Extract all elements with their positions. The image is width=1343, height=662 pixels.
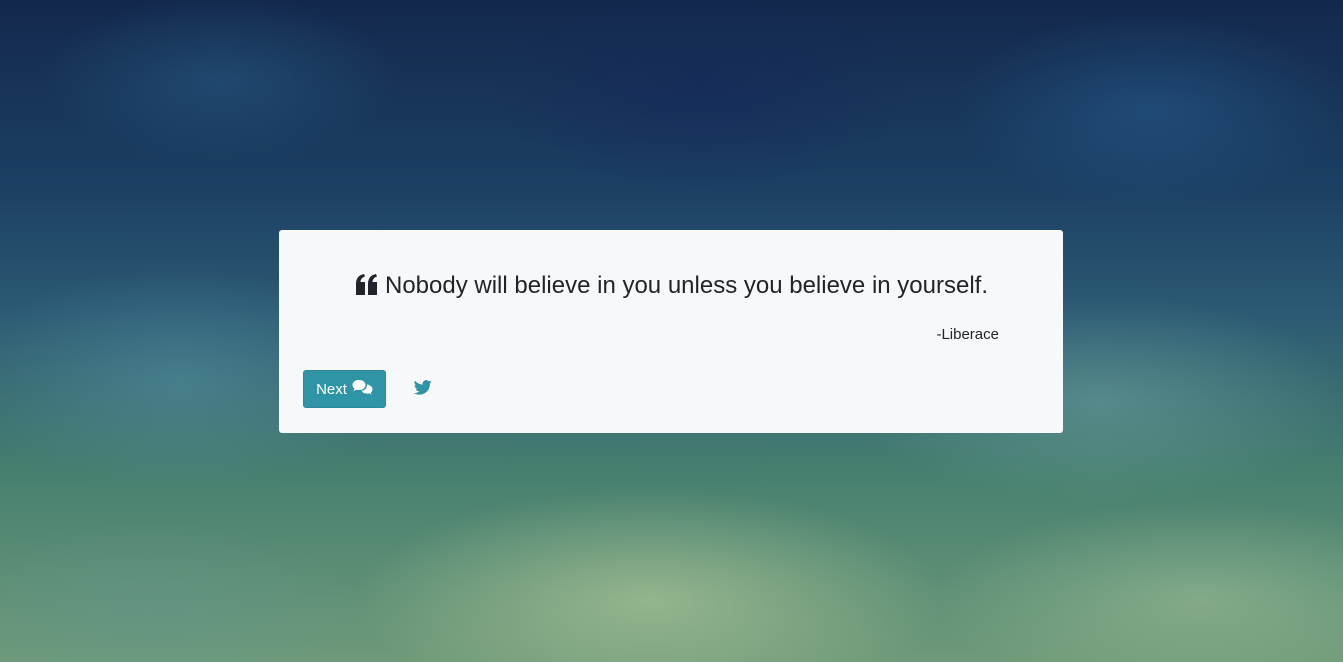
quote-text: Nobody will believe in you unless you be…	[385, 272, 988, 299]
next-quote-button[interactable]: Next	[303, 370, 386, 408]
next-button-label: Next	[316, 380, 347, 398]
tweet-quote-button[interactable]	[412, 379, 434, 399]
twitter-icon	[413, 379, 432, 399]
comments-icon	[352, 379, 373, 399]
quote-left-icon	[355, 273, 379, 305]
quote-author: -Liberace	[936, 326, 999, 343]
quote-text-line: Nobody will believe in you unless you be…	[0, 270, 1343, 305]
